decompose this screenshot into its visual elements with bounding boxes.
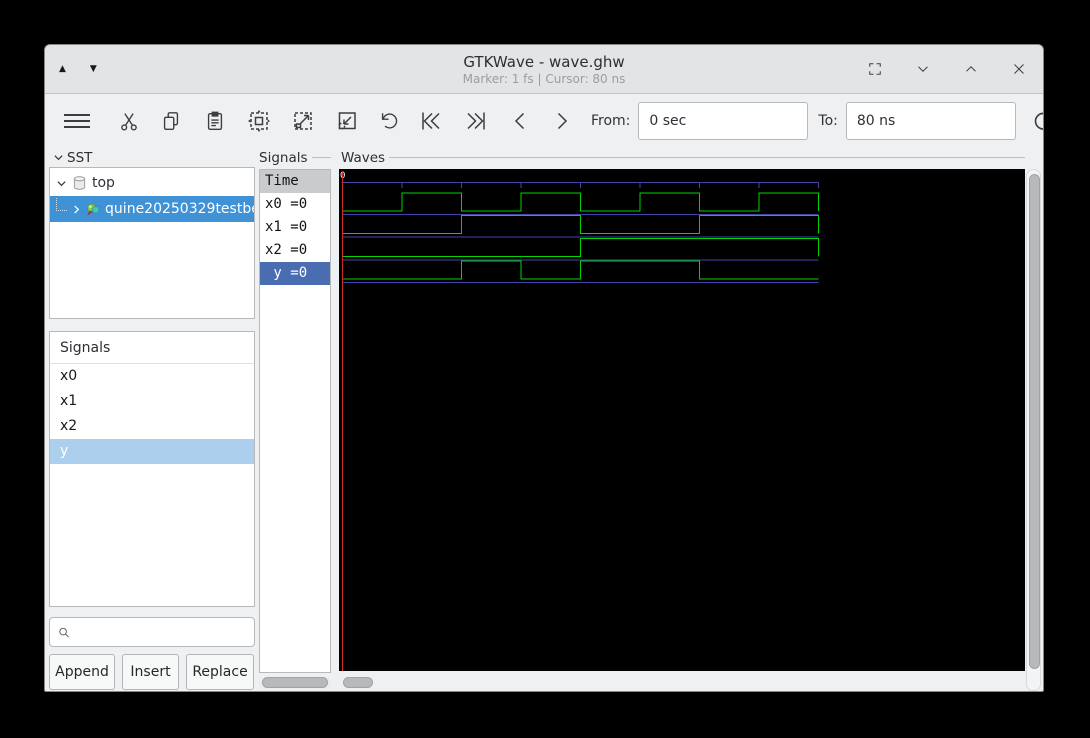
gtkwave-window: ▲ ▼ GTKWave - wave.ghw Marker: 1 fs | Cu… — [44, 44, 1044, 692]
search-box — [49, 617, 255, 647]
names-hscrollbar[interactable] — [259, 677, 331, 689]
cut-icon — [121, 113, 137, 131]
shade-up-icon[interactable]: ▲ — [59, 64, 66, 74]
signal-list-header: Signals — [50, 332, 254, 364]
testbench-icon — [87, 203, 100, 215]
sst-tree: top quine20250329testbench — [49, 167, 255, 319]
waveforms: 0 — [340, 171, 819, 671]
signal-list-panel: Signals x0 x1 x2 y — [49, 331, 255, 607]
waves-hscrollbar-thumb[interactable] — [343, 677, 373, 688]
chevron-down-icon — [918, 66, 928, 72]
signal-list-item-x1[interactable]: x1 — [50, 389, 254, 414]
waves-vscrollbar-thumb[interactable] — [1029, 174, 1040, 669]
search-input[interactable] — [76, 619, 254, 645]
paste-icon — [207, 111, 223, 130]
waves-vscrollbar[interactable] — [1026, 169, 1041, 691]
prev-edge-button[interactable] — [499, 106, 541, 136]
reload-button[interactable] — [1022, 106, 1043, 136]
signal-list-item-x2[interactable]: x2 — [50, 414, 254, 439]
skip-to-end-button[interactable] — [453, 106, 499, 136]
desktop: { "titlebar": { "title": "GTKWave - wave… — [0, 0, 1090, 738]
toolbar: From: To: — [45, 94, 1043, 148]
tree-item-testbench[interactable]: quine20250329testbench — [50, 196, 254, 222]
from-label: From: — [591, 113, 631, 129]
tree-item-label: quine20250329testbench — [105, 201, 254, 217]
search-icon — [59, 627, 69, 637]
restore-button[interactable] — [961, 59, 981, 79]
action-buttons: Append Insert Replace — [49, 654, 254, 690]
skip-to-start-button[interactable] — [409, 106, 453, 136]
paste-button[interactable] — [193, 106, 237, 136]
insert-button[interactable]: Insert — [122, 654, 179, 690]
waves-header: Waves — [341, 150, 1025, 166]
shade-down-icon[interactable]: ▼ — [90, 64, 97, 74]
tree-item-label: top — [92, 175, 115, 191]
names-hscrollbar-thumb[interactable] — [262, 677, 328, 688]
chevron-left-icon — [514, 112, 525, 130]
frame-line — [389, 157, 1025, 158]
window-title: GTKWave - wave.ghw — [463, 52, 625, 71]
undo-icon — [381, 113, 398, 129]
zoom-in-button[interactable] — [325, 106, 369, 136]
module-icon — [73, 176, 86, 190]
maximize-button[interactable] — [865, 59, 885, 79]
from-input[interactable] — [638, 102, 809, 140]
minimize-button[interactable] — [913, 59, 933, 79]
undo-button[interactable] — [369, 106, 409, 136]
expander-down-icon[interactable] — [56, 178, 67, 189]
titlebar[interactable]: ▲ ▼ GTKWave - wave.ghw Marker: 1 fs | Cu… — [45, 45, 1043, 94]
tree-guide — [56, 197, 67, 211]
zoom-fit-icon — [248, 110, 270, 132]
collapse-icon[interactable] — [53, 152, 64, 163]
menu-button[interactable] — [57, 106, 97, 136]
waves-hscrollbar[interactable] — [339, 677, 1025, 689]
names-header: Signals — [259, 150, 331, 166]
zoom-fit-button[interactable] — [237, 106, 281, 136]
replace-button[interactable]: Replace — [186, 654, 254, 690]
close-icon — [1014, 64, 1024, 74]
signal-list-item-x0[interactable]: x0 — [50, 364, 254, 389]
chevron-up-icon — [966, 66, 976, 72]
to-label: To: — [818, 113, 838, 129]
to-input[interactable] — [845, 102, 1016, 140]
sst-header: SST — [53, 150, 113, 166]
append-button[interactable]: Append — [49, 654, 115, 690]
zoom-in-icon — [338, 112, 356, 130]
cut-button[interactable] — [109, 106, 149, 136]
skip-to-end-icon — [467, 112, 485, 130]
zoom-out-full-icon — [294, 112, 312, 130]
zoom-out-full-button[interactable] — [281, 106, 325, 136]
frame-line — [311, 157, 331, 158]
name-row-x0[interactable]: x0 =0 — [260, 193, 330, 216]
skip-to-start-icon — [422, 112, 440, 130]
copy-button[interactable] — [149, 106, 193, 136]
maximize-icon — [869, 63, 881, 75]
time-header: Time — [260, 170, 330, 193]
marker-cursor-status: Marker: 1 fs | Cursor: 80 ns — [462, 71, 626, 86]
menu-icon — [64, 114, 90, 128]
chevron-right-icon — [557, 112, 568, 130]
tree-item-top[interactable]: top — [50, 170, 254, 196]
names-panel: Time x0 =0 x1 =0 x2 =0 y =0 — [259, 169, 331, 673]
expander-right-icon[interactable] — [72, 204, 81, 215]
next-edge-button[interactable] — [541, 106, 583, 136]
signal-list-item-y[interactable]: y — [50, 439, 254, 464]
name-row-y[interactable]: y =0 — [260, 262, 330, 285]
name-row-x2[interactable]: x2 =0 — [260, 239, 330, 262]
copy-icon — [163, 112, 179, 130]
close-button[interactable] — [1009, 59, 1029, 79]
reload-icon — [1034, 112, 1043, 130]
wave-canvas[interactable]: 0 — [339, 169, 1025, 671]
name-row-x1[interactable]: x1 =0 — [260, 216, 330, 239]
